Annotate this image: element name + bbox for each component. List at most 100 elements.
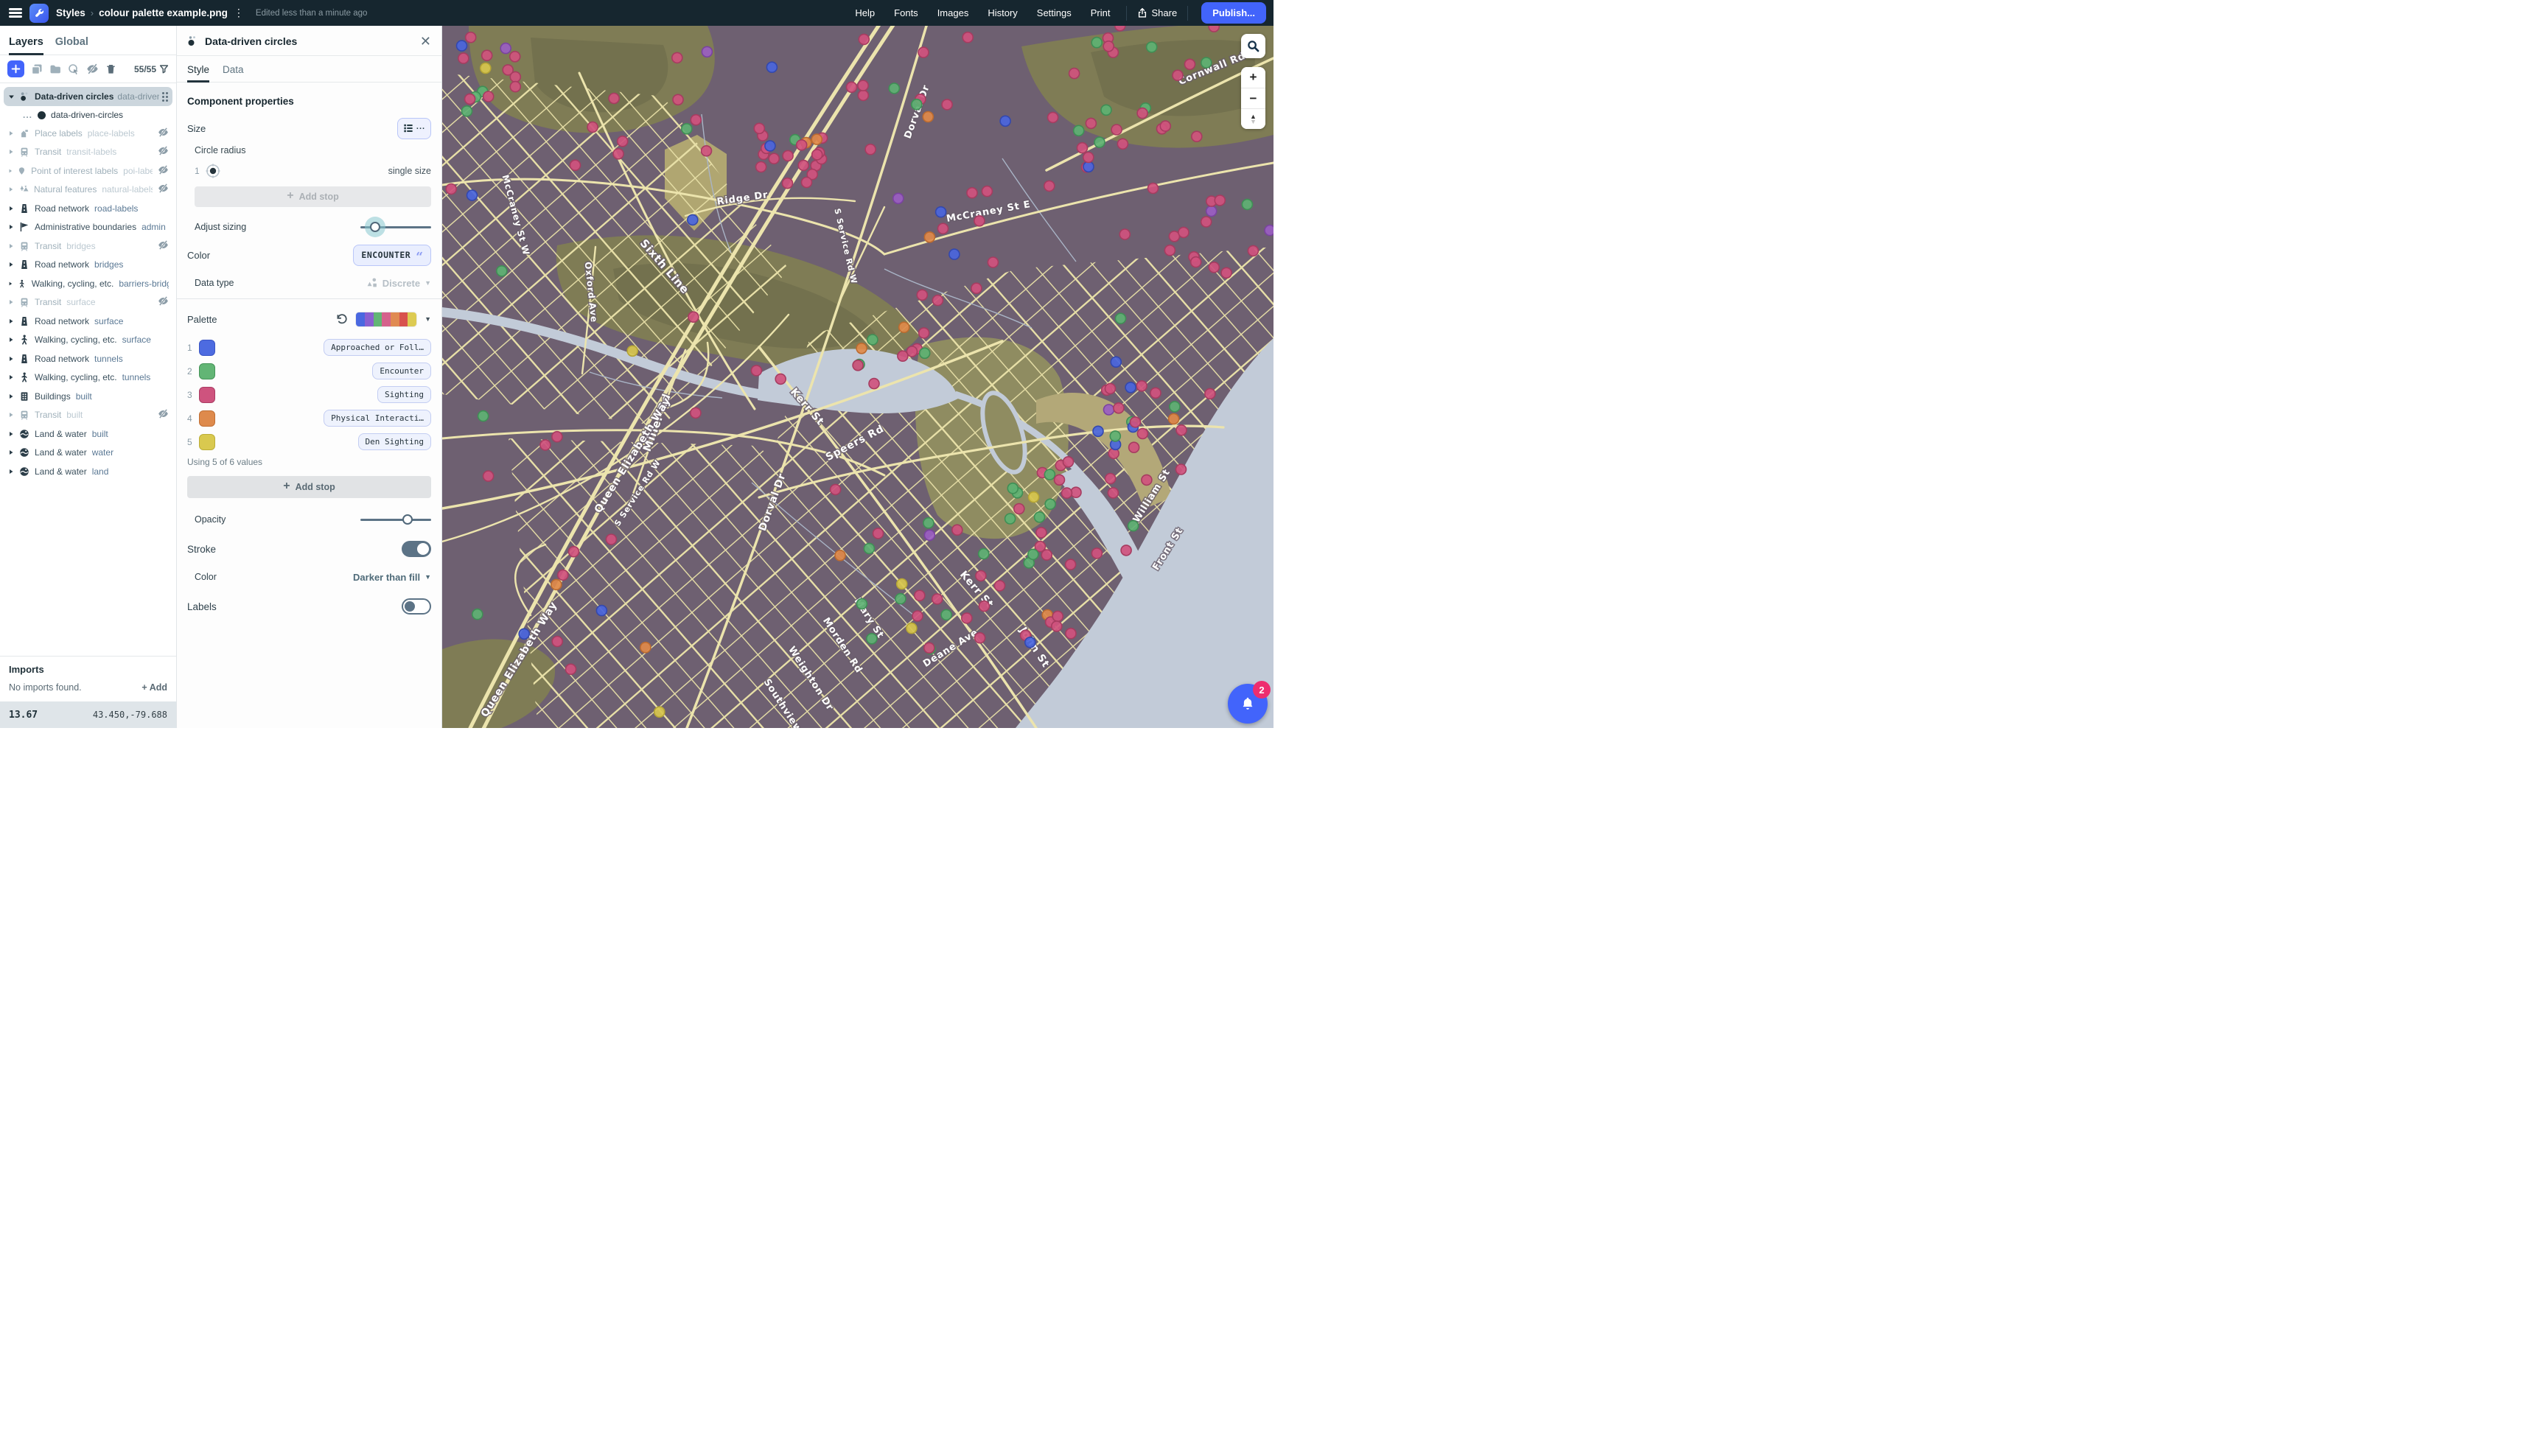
data-point-pink[interactable] — [847, 82, 857, 92]
data-point-green[interactable] — [895, 594, 906, 604]
adjust-sizing-slider[interactable] — [360, 222, 431, 232]
data-point-pink[interactable] — [1066, 559, 1076, 570]
data-point-pink[interactable] — [756, 162, 766, 172]
data-point-pink[interactable] — [995, 581, 1005, 591]
data-point-pink[interactable] — [802, 178, 812, 188]
data-point-blue[interactable] — [596, 606, 607, 616]
data-point-pink[interactable] — [1114, 403, 1124, 413]
data-point-pink[interactable] — [971, 283, 982, 293]
nav-images[interactable]: Images — [937, 7, 969, 18]
compass-button[interactable]: ▲▼ — [1241, 108, 1265, 129]
data-point-pink[interactable] — [869, 379, 879, 389]
data-point-purple[interactable] — [893, 193, 904, 203]
data-point-pink[interactable] — [465, 94, 475, 104]
data-point-green[interactable] — [1035, 512, 1045, 522]
data-point-pink[interactable] — [1014, 504, 1024, 514]
data-point-blue[interactable] — [457, 41, 467, 51]
menu-icon[interactable] — [9, 8, 22, 18]
data-point-pink[interactable] — [1137, 108, 1147, 119]
layer-row[interactable]: Transittransit-labels — [4, 143, 172, 162]
data-point-pink[interactable] — [982, 186, 992, 197]
add-size-stop-button[interactable]: + Add stop — [195, 186, 431, 207]
color-swatch[interactable] — [199, 434, 215, 450]
data-point-pink[interactable] — [988, 257, 998, 267]
data-point-blue[interactable] — [766, 62, 777, 72]
drag-handle[interactable] — [162, 92, 168, 102]
data-point-pink[interactable] — [975, 633, 985, 643]
data-point-orange[interactable] — [551, 579, 562, 589]
data-point-orange[interactable] — [811, 134, 822, 144]
eye-off-icon[interactable] — [158, 164, 169, 178]
data-point-pink[interactable] — [859, 34, 869, 44]
layer-row[interactable]: Road networkroad-labels — [4, 199, 172, 218]
group-folder-icon[interactable] — [49, 63, 61, 75]
add-layer-button[interactable] — [7, 60, 24, 77]
caret-right-icon[interactable] — [8, 412, 14, 418]
layer-row[interactable]: Transitbridges — [4, 237, 172, 256]
mapbox-studio-logo-icon[interactable] — [29, 4, 49, 23]
data-point-green[interactable] — [1116, 313, 1126, 323]
data-point-pink[interactable] — [1091, 548, 1102, 559]
zoom-in-button[interactable]: + — [1241, 67, 1265, 88]
data-point-green[interactable] — [920, 348, 930, 358]
data-point-pink[interactable] — [938, 223, 948, 234]
data-point-purple[interactable] — [1265, 225, 1274, 236]
slider-knob[interactable] — [402, 514, 413, 525]
data-point-pink[interactable] — [769, 153, 779, 164]
file-menu-icon[interactable]: ⋮ — [234, 7, 244, 19]
data-point-blue[interactable] — [936, 207, 946, 217]
data-point-blue[interactable] — [1125, 382, 1136, 393]
caret-right-icon[interactable] — [8, 469, 14, 475]
data-point-pink[interactable] — [1052, 611, 1063, 621]
data-point-pink[interactable] — [1205, 388, 1215, 399]
caret-right-icon[interactable] — [8, 449, 14, 455]
data-point-pink[interactable] — [1066, 629, 1076, 639]
data-point-purple[interactable] — [1206, 206, 1217, 217]
breadcrumb-root[interactable]: Styles — [56, 7, 85, 18]
data-point-pink[interactable] — [918, 47, 929, 57]
data-point-pink[interactable] — [1201, 217, 1212, 227]
data-point-pink[interactable] — [618, 136, 628, 147]
data-point-green[interactable] — [1110, 431, 1120, 441]
labels-toggle[interactable] — [402, 598, 431, 615]
data-point-green[interactable] — [1242, 199, 1252, 209]
data-point-pink[interactable] — [798, 160, 808, 170]
delete-layer-icon[interactable] — [105, 63, 116, 75]
imports-add-button[interactable]: + Add — [142, 682, 167, 693]
data-point-pink[interactable] — [865, 144, 876, 155]
layer-row[interactable]: Administrative boundariesadmin — [4, 218, 172, 237]
data-point-pink[interactable] — [466, 32, 476, 43]
data-point-green[interactable] — [478, 411, 489, 421]
data-point-pink[interactable] — [691, 407, 701, 418]
data-point-pink[interactable] — [566, 664, 576, 674]
data-point-pink[interactable] — [831, 484, 841, 494]
data-point-pink[interactable] — [917, 290, 927, 300]
data-point-pink[interactable] — [907, 346, 918, 357]
data-point-green[interactable] — [923, 518, 934, 528]
data-point-green[interactable] — [1094, 137, 1105, 147]
data-type-dropdown[interactable]: Discrete ▼ — [366, 277, 431, 289]
data-point-purple[interactable] — [500, 43, 511, 54]
data-point-green[interactable] — [1045, 499, 1055, 509]
data-point-pink[interactable] — [1209, 262, 1219, 273]
data-point-green[interactable] — [1147, 42, 1157, 52]
close-icon[interactable]: ✕ — [420, 35, 431, 48]
data-point-pink[interactable] — [932, 295, 943, 306]
data-point-pink[interactable] — [751, 365, 761, 376]
layer-row[interactable]: Natural featuresnatural-labels — [4, 181, 172, 200]
data-point-green[interactable] — [1074, 125, 1084, 136]
tab-global[interactable]: Global — [55, 36, 88, 55]
data-point-purple[interactable] — [1104, 405, 1114, 415]
data-point-pink[interactable] — [962, 613, 972, 623]
data-point-green[interactable] — [1201, 57, 1212, 68]
data-point-green[interactable] — [1170, 402, 1180, 412]
layer-row[interactable]: Land & waterwater — [4, 444, 172, 463]
data-point-pink[interactable] — [1077, 143, 1088, 153]
radius-stop-icon[interactable] — [205, 163, 221, 179]
data-point-yellow[interactable] — [627, 346, 637, 356]
data-point-green[interactable] — [864, 543, 874, 553]
slider-knob[interactable] — [370, 222, 380, 232]
data-point-green[interactable] — [1028, 549, 1038, 559]
data-point-pink[interactable] — [1103, 41, 1114, 52]
data-point-pink[interactable] — [1192, 131, 1202, 141]
